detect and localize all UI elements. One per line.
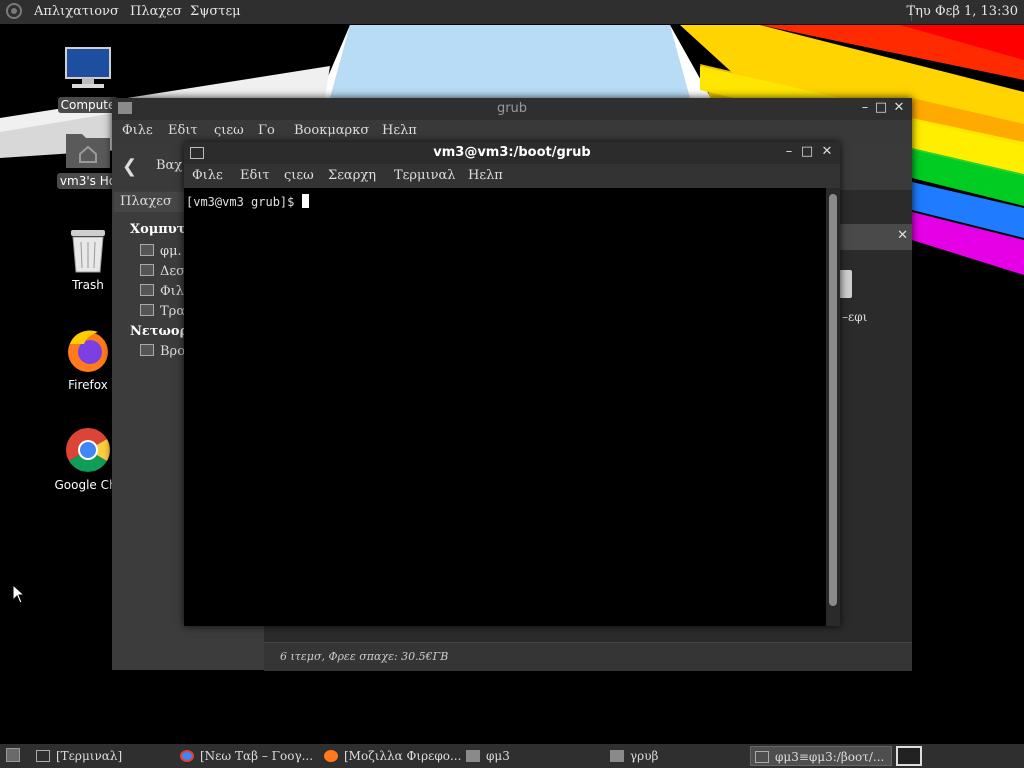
file-manager-titlebar[interactable]: grub – □ ✕ [112,98,912,120]
mouse-pointer-icon [12,584,26,604]
menu-view[interactable]: ςιεω [284,168,314,183]
menu-edit[interactable]: Εδιτ [168,123,198,138]
desktop-icon-label: Firefox [68,378,108,392]
text-cursor [301,194,309,208]
maximize-button[interactable]: □ [874,101,888,115]
sidebar-item[interactable]: Βρο [140,344,185,359]
trash-icon [71,230,105,273]
system-menu[interactable]: Σψστεμ [190,4,241,19]
minimize-button[interactable]: – [858,101,872,115]
terminal-prompt: [vm3@vm3 grub]$ [186,194,309,209]
taskbar-item[interactable]: [Μοζιλλα Φιρεφο... [324,746,464,766]
window-title: vm3@vm3:/boot/grub [433,145,591,160]
trash-icon [140,304,154,316]
folder-icon [466,750,480,762]
menu-help[interactable]: Ηελπ [382,123,417,138]
close-button[interactable]: ✕ [892,101,906,115]
desktop: Απλιχατιονσ Πλαχεσ Σψστεμ Τηυ Φεβ 1, 13:… [0,0,1024,768]
terminal-menubar: Φιλε Εδιτ ςιεω Σεαρχη Τερμιναλ Ηελπ [184,164,840,188]
terminal-screen[interactable]: [vm3@vm3 grub]$ [184,188,826,626]
network-icon [140,344,154,356]
desktop-icon-label: Trash [72,278,104,292]
menu-go[interactable]: Γο [258,123,275,138]
applications-menu[interactable]: Απλιχατιονσ [34,4,119,19]
terminal-titlebar[interactable]: vm3@vm3:/boot/grub – □ ✕ [184,142,840,164]
clock[interactable]: Τηυ Φεβ 1, 13:30 [906,4,1018,19]
chrome-icon [180,750,194,762]
close-tab-icon[interactable]: ✕ [897,228,908,243]
menu-edit[interactable]: Εδιτ [240,168,270,183]
terminal-icon [755,751,769,763]
folder-icon [610,750,624,762]
sidebar-item[interactable]: Τρα [140,304,185,319]
status-bar: 6 ιτεμσ, Φρεε σπαχε: 30.5€ΓΒ [264,642,912,671]
taskbar-item[interactable]: φμ3 [466,746,606,766]
maximize-button[interactable]: □ [800,145,814,159]
workspace-switcher[interactable] [896,746,922,766]
places-menu[interactable]: Πλαχεσ [130,4,182,19]
top-panel: Απλιχατιονσ Πλαχεσ Σψστεμ Τηυ Φεβ 1, 13:… [0,0,1024,24]
taskbar-item[interactable]: [Νεω Ταβ – Γοογ... [180,746,320,766]
menu-bookmarks[interactable]: Βοοκμαρκσ [294,123,369,138]
sidebar-item[interactable]: Δεσ [140,264,185,279]
menu-file[interactable]: Φιλε [192,168,223,183]
show-desktop-icon[interactable] [6,748,20,762]
firefox-icon [68,330,108,372]
menu-logo-icon[interactable] [6,3,22,19]
sidebar-item[interactable]: Φιλ [140,284,184,299]
status-text: 6 ιτεμσ, Φρεε σπαχε: 30.5€ΓΒ [280,650,449,663]
chrome-icon [66,428,110,472]
desktop-icon-label: Compute [57,97,119,113]
firefox-icon [324,750,338,762]
taskbar-item[interactable]: [Τερμιναλ] [36,746,176,766]
computer-icon [65,47,111,88]
terminal-icon [36,750,50,762]
sidebar-item[interactable]: φμ. [140,244,182,259]
back-button-label[interactable]: Βαχ [156,158,182,173]
bottom-panel: [Τερμιναλ] [Νεω Ταβ – Γοογ... [Μοζιλλα Φ… [0,744,1024,768]
window-title: grub [496,101,528,116]
menu-help[interactable]: Ηελπ [468,168,503,183]
file-icon[interactable] [838,270,852,298]
terminal-scrollbar[interactable] [826,188,840,626]
filesystem-icon [140,284,154,296]
back-arrow-icon[interactable]: ❮ [122,156,137,177]
menu-search[interactable]: Σεαρχη [328,168,376,183]
drive-icon [140,244,154,256]
terminal-window: vm3@vm3:/boot/grub – □ ✕ Φιλε Εδιτ ςιεω … [184,142,840,626]
close-button[interactable]: ✕ [820,145,834,159]
desktop-icon-label: vm3's Ho [56,173,120,189]
minimize-button[interactable]: – [782,145,796,159]
file-label[interactable]: –εφι [842,310,867,324]
menu-file[interactable]: Φιλε [122,123,153,138]
desktop-folder-icon [140,264,154,276]
taskbar-item-active[interactable]: φμ3≡φμ3:/βοοτ/... [750,746,892,766]
scrollbar-thumb[interactable] [829,194,837,606]
file-manager-menubar: Φιλε Εδιτ ςιεω Γο Βοοκμαρκσ Ηελπ [112,120,912,142]
taskbar-item[interactable]: γρυβ [610,746,750,766]
home-folder-icon [66,134,110,168]
menu-view[interactable]: ςιεω [214,123,244,138]
menu-terminal[interactable]: Τερμιναλ [394,168,456,183]
